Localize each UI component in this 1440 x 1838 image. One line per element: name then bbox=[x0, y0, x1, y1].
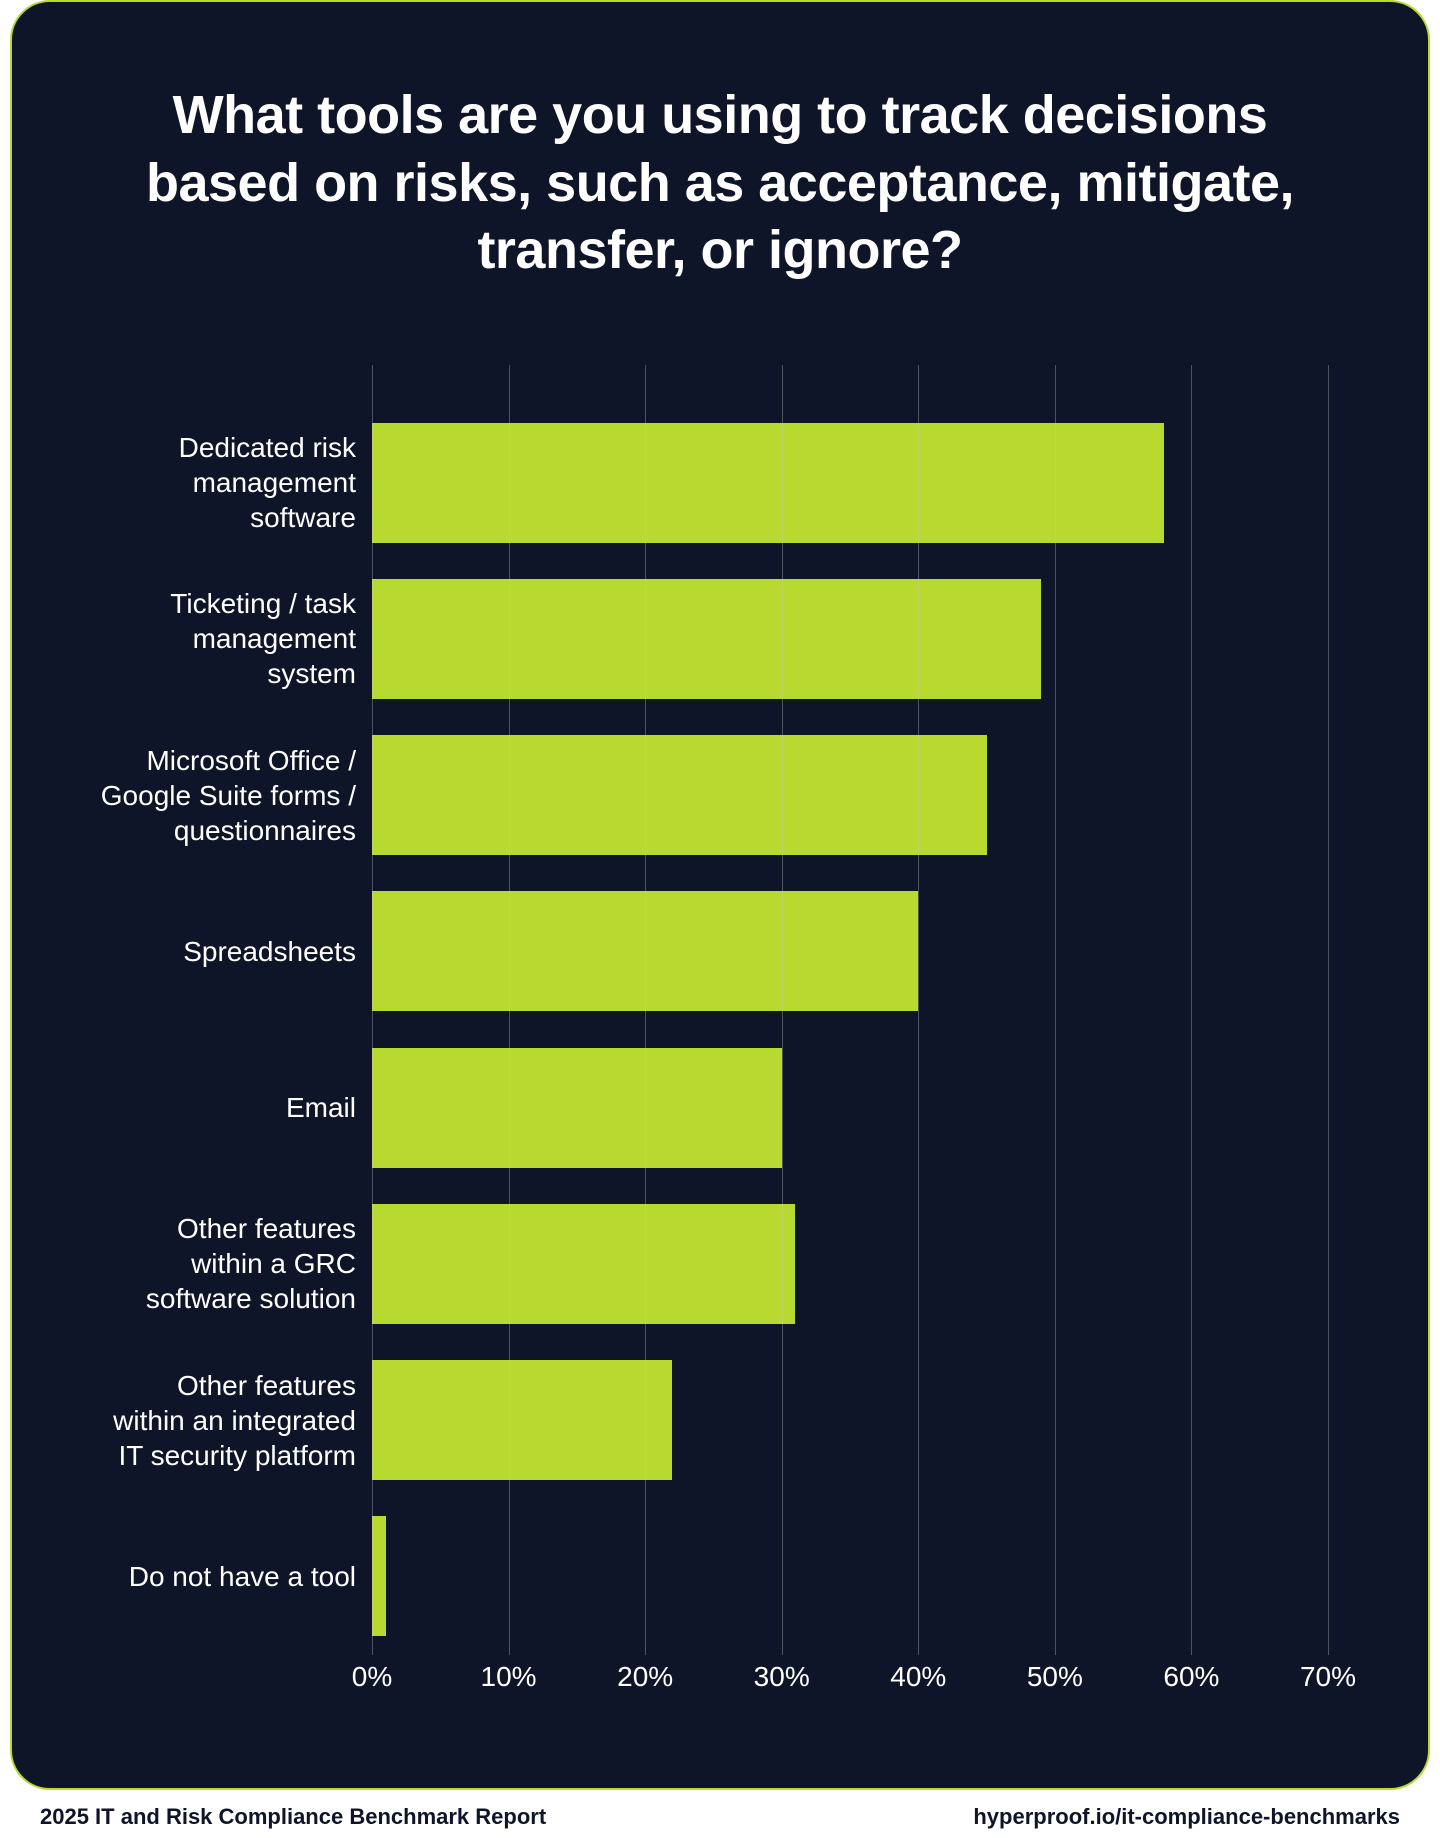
x-tick-label: 60% bbox=[1163, 1661, 1219, 1693]
bar-row bbox=[372, 423, 1328, 543]
category-label: Do not have a tool bbox=[72, 1516, 362, 1636]
gridline bbox=[782, 365, 783, 1655]
category-label: Dedicated risk management software bbox=[72, 423, 362, 543]
x-axis: 0%10%20%30%40%50%60%70% bbox=[372, 1655, 1328, 1695]
bar-row bbox=[372, 891, 1328, 1011]
gridline bbox=[1191, 365, 1192, 1655]
category-label: Other features within an integrated IT s… bbox=[72, 1360, 362, 1480]
x-tick-label: 30% bbox=[754, 1661, 810, 1693]
bar bbox=[372, 1204, 795, 1324]
gridline bbox=[372, 365, 373, 1655]
category-label: Spreadsheets bbox=[72, 891, 362, 1011]
x-tick-label: 50% bbox=[1027, 1661, 1083, 1693]
category-labels-column: Dedicated risk management software Ticket… bbox=[72, 365, 372, 1715]
x-tick-label: 20% bbox=[617, 1661, 673, 1693]
x-tick-label: 70% bbox=[1300, 1661, 1356, 1693]
gridline bbox=[1328, 365, 1329, 1655]
bar-row bbox=[372, 1516, 1328, 1636]
bar bbox=[372, 1048, 782, 1168]
category-label: Microsoft Office / Google Suite forms / … bbox=[72, 735, 362, 855]
gridline bbox=[645, 365, 646, 1655]
footer-left: 2025 IT and Risk Compliance Benchmark Re… bbox=[40, 1804, 546, 1830]
bar bbox=[372, 1360, 672, 1480]
gridline bbox=[918, 365, 919, 1655]
x-tick-label: 0% bbox=[352, 1661, 392, 1693]
category-label: Other features within a GRC software sol… bbox=[72, 1204, 362, 1324]
category-label: Ticketing / task management system bbox=[72, 579, 362, 699]
plot-inner: 0%10%20%30%40%50%60%70% bbox=[372, 365, 1328, 1655]
chart-title: What tools are you using to track decisi… bbox=[72, 82, 1368, 285]
bar-row bbox=[372, 1048, 1328, 1168]
bar bbox=[372, 423, 1164, 543]
footer: 2025 IT and Risk Compliance Benchmark Re… bbox=[10, 1804, 1430, 1830]
bar-row bbox=[372, 1204, 1328, 1324]
bar-row bbox=[372, 579, 1328, 699]
footer-right: hyperproof.io/it-compliance-benchmarks bbox=[973, 1804, 1400, 1830]
plot-column: 0%10%20%30%40%50%60%70% bbox=[372, 365, 1368, 1715]
category-label: Email bbox=[72, 1048, 362, 1168]
bar bbox=[372, 579, 1041, 699]
bar-row bbox=[372, 735, 1328, 855]
x-tick-label: 40% bbox=[890, 1661, 946, 1693]
bar-row bbox=[372, 1360, 1328, 1480]
bar bbox=[372, 735, 987, 855]
chart-card: What tools are you using to track decisi… bbox=[10, 0, 1430, 1790]
gridline bbox=[509, 365, 510, 1655]
bar bbox=[372, 1516, 386, 1636]
gridline bbox=[1055, 365, 1056, 1655]
x-tick-label: 10% bbox=[481, 1661, 537, 1693]
chart-area: Dedicated risk management software Ticket… bbox=[72, 365, 1368, 1715]
